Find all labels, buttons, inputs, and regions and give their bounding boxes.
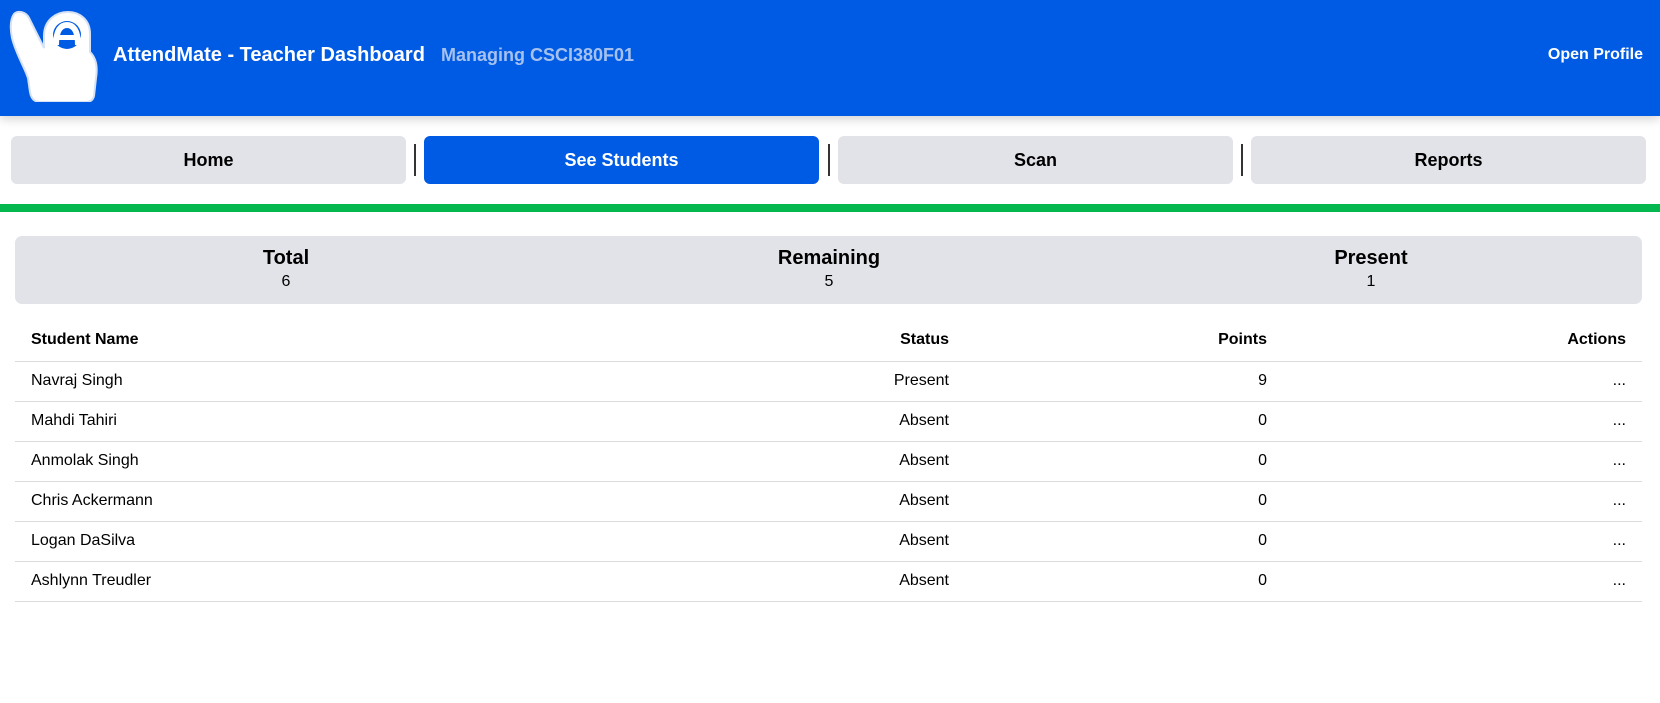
student-name: Mahdi Tahiri — [15, 401, 599, 442]
stat-remaining-label: Remaining — [777, 247, 881, 269]
student-points: 0 — [965, 521, 1283, 562]
row-actions-button[interactable]: ... — [1613, 372, 1626, 389]
header-actions: Actions — [1283, 319, 1642, 362]
student-status: Present — [599, 361, 965, 402]
stat-total: Total 6 — [186, 246, 386, 292]
row-actions-button[interactable]: ... — [1613, 572, 1626, 589]
row-actions-cell: ... — [1283, 481, 1642, 522]
row-actions-button[interactable]: ... — [1613, 452, 1626, 469]
row-actions-button[interactable]: ... — [1613, 532, 1626, 549]
table-row: Logan DaSilva Absent 0 ... — [15, 521, 1642, 562]
tab-separator — [828, 144, 830, 176]
tab-separator — [414, 144, 416, 176]
student-points: 0 — [965, 401, 1283, 442]
student-name: Chris Ackermann — [15, 481, 599, 522]
row-actions-cell: ... — [1283, 561, 1642, 602]
tab-home[interactable]: Home — [11, 136, 406, 184]
row-actions-button[interactable]: ... — [1613, 412, 1626, 429]
row-actions-button[interactable]: ... — [1613, 492, 1626, 509]
managing-course-label: Managing CSCI380F01 — [441, 45, 635, 65]
status-divider-bar — [0, 204, 1660, 212]
app-header: AttendMate - Teacher Dashboard Managing … — [0, 0, 1660, 116]
attendance-summary: Total 6 Remaining 5 Present 1 — [15, 236, 1642, 304]
stat-total-label: Total — [262, 247, 310, 269]
tab-scan[interactable]: Scan — [838, 136, 1233, 184]
students-table: Student Name Status Points Actions Navra… — [15, 319, 1642, 602]
table-row: Anmolak Singh Absent 0 ... — [15, 441, 1642, 482]
stat-remaining: Remaining 5 — [729, 246, 929, 292]
row-actions-cell: ... — [1283, 401, 1642, 442]
student-status: Absent — [599, 521, 965, 562]
tab-see-students[interactable]: See Students — [424, 136, 819, 184]
student-points: 9 — [965, 361, 1283, 402]
table-row: Chris Ackermann Absent 0 ... — [15, 481, 1642, 522]
student-points: 0 — [965, 561, 1283, 602]
stat-total-value: 6 — [281, 273, 291, 290]
tab-separator — [1241, 144, 1243, 176]
stat-present-value: 1 — [1366, 273, 1376, 290]
student-points: 0 — [965, 441, 1283, 482]
open-profile-link[interactable]: Open Profile — [1548, 46, 1643, 64]
hand-raise-logo-icon — [9, 10, 98, 102]
table-header-row: Student Name Status Points Actions — [15, 319, 1642, 362]
main-nav: Home See Students Scan Reports — [0, 136, 1660, 184]
student-points: 0 — [965, 481, 1283, 522]
header-status: Status — [599, 319, 965, 362]
student-name: Logan DaSilva — [15, 521, 599, 562]
table-row: Ashlynn Treudler Absent 0 ... — [15, 561, 1642, 602]
app-title: AttendMate - Teacher Dashboard — [113, 44, 425, 66]
row-actions-cell: ... — [1283, 521, 1642, 562]
student-name: Ashlynn Treudler — [15, 561, 599, 602]
row-actions-cell: ... — [1283, 361, 1642, 402]
student-status: Absent — [599, 561, 965, 602]
row-actions-cell: ... — [1283, 441, 1642, 482]
table-row: Navraj Singh Present 9 ... — [15, 361, 1642, 402]
tab-reports[interactable]: Reports — [1251, 136, 1646, 184]
header-points: Points — [965, 319, 1283, 362]
student-name: Navraj Singh — [15, 361, 599, 402]
student-status: Absent — [599, 481, 965, 522]
stat-remaining-value: 5 — [824, 273, 834, 290]
stat-present-label: Present — [1334, 247, 1408, 269]
table-row: Mahdi Tahiri Absent 0 ... — [15, 401, 1642, 442]
stat-present: Present 1 — [1271, 246, 1471, 292]
header-student-name: Student Name — [15, 319, 599, 362]
student-name: Anmolak Singh — [15, 441, 599, 482]
student-status: Absent — [599, 401, 965, 442]
student-status: Absent — [599, 441, 965, 482]
